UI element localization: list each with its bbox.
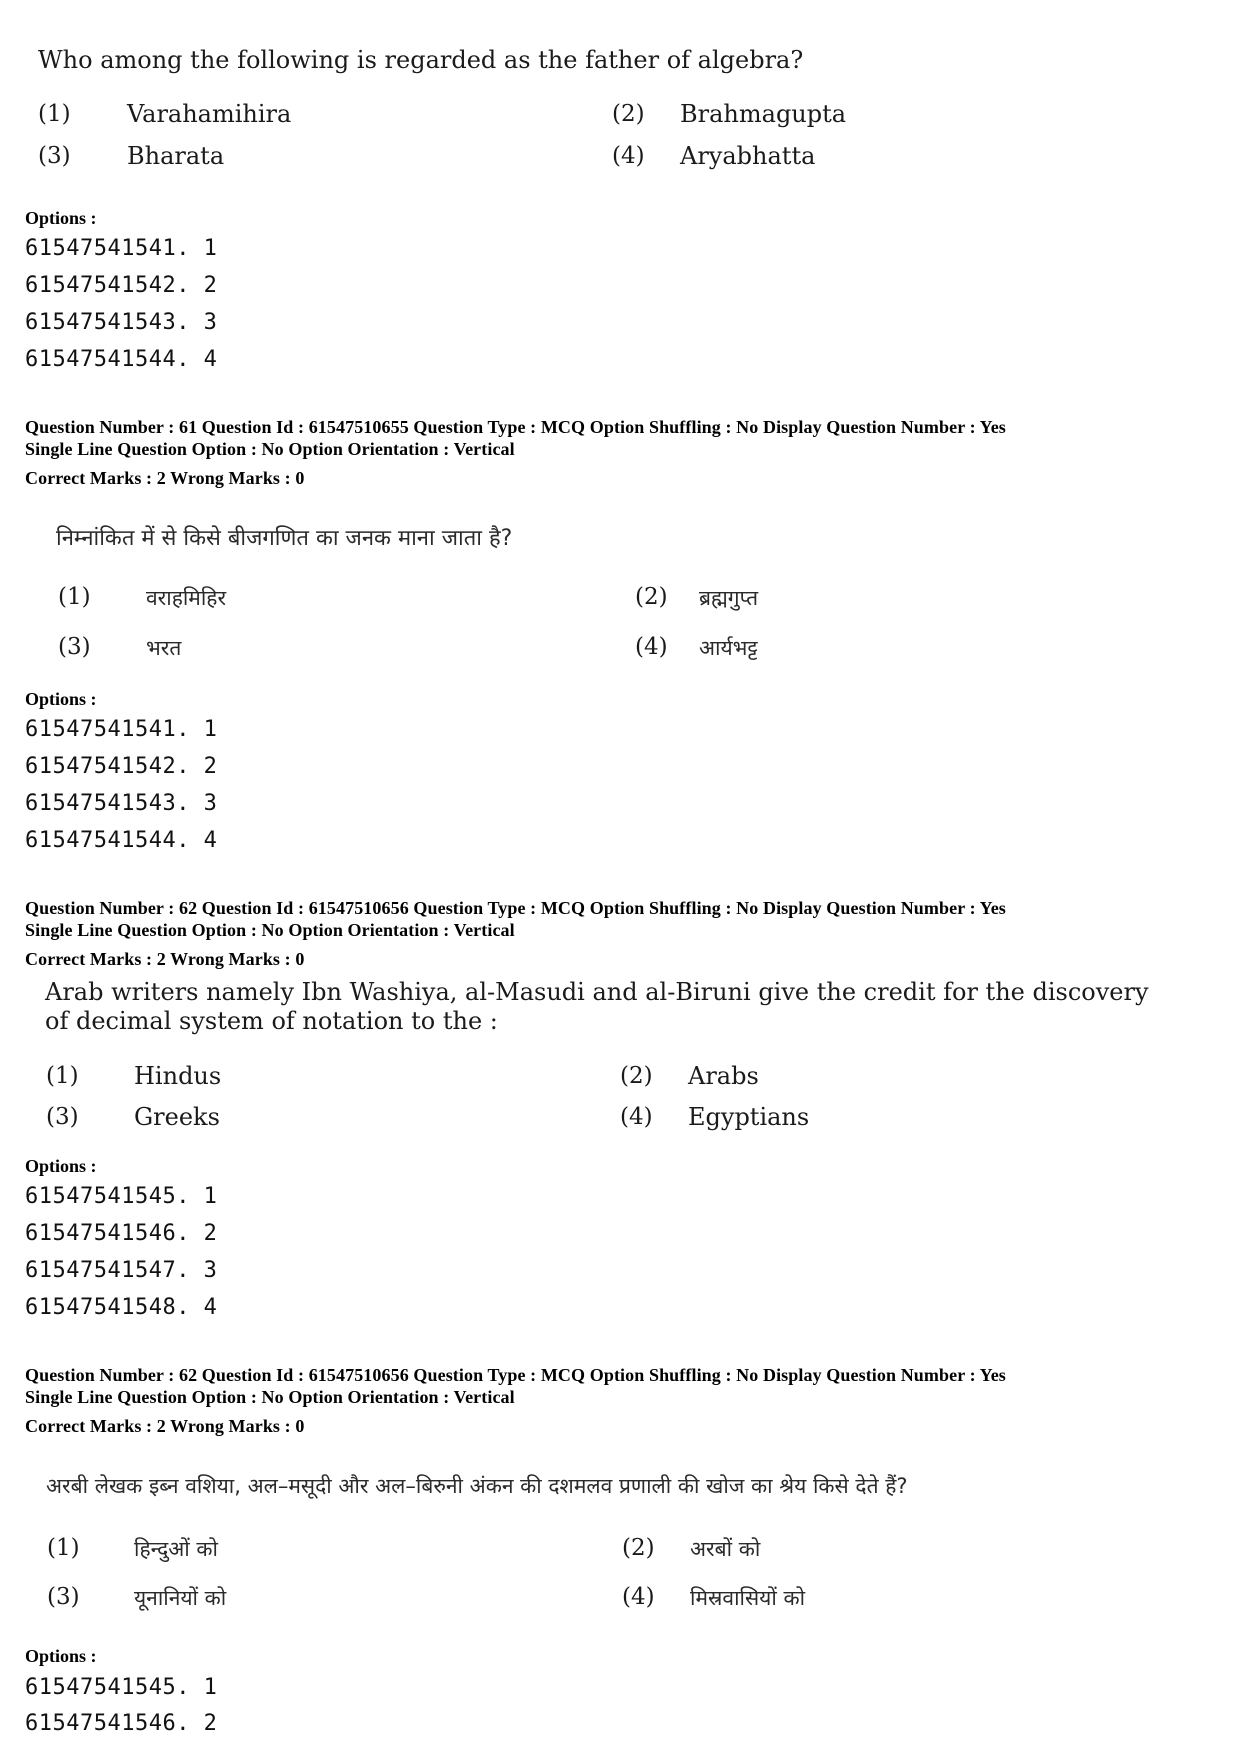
choice-number: (1) [38,101,71,127]
choice-text: आर्यभट्ट [699,636,758,660]
marks-line: Correct Marks : 2 Wrong Marks : 0 [25,1416,305,1436]
option-id: 61547541544. 4 [25,347,218,372]
question-meta-line2: Single Line Question Option : No Option … [25,1387,515,1407]
choice-text: मिस्रवासियों को [690,1586,806,1610]
question-text-line2: of decimal system of notation to the : [45,1007,498,1035]
option-id: 61547541541. 1 [25,717,218,742]
choice-text: ब्रह्मगुप्त [699,586,759,610]
options-label: Options : [25,1156,97,1176]
option-id: 61547541546. 2 [25,1221,218,1246]
option-id: 61547541547. 3 [25,1258,218,1283]
choice-number: (4) [612,143,645,169]
choice-number: (3) [38,143,71,169]
option-id: 61547541543. 3 [25,791,218,816]
choice-number: (3) [47,1584,80,1610]
question-meta-line2: Single Line Question Option : No Option … [25,439,515,459]
choice-number: (2) [622,1535,655,1561]
choice-text: Varahamihira [127,100,292,128]
question-text: Who among the following is regarded as t… [38,46,804,74]
options-label: Options : [25,1646,97,1666]
question-meta-line1: Question Number : 62 Question Id : 61547… [25,898,1006,918]
option-id: 61547541542. 2 [25,754,218,779]
choice-number: (4) [635,634,668,660]
marks-line: Correct Marks : 2 Wrong Marks : 0 [25,468,305,488]
choice-number: (2) [620,1063,653,1089]
choice-text: Aryabhatta [680,142,816,170]
option-id: 61547541543. 3 [25,310,218,335]
choice-number: (2) [635,584,668,610]
option-id: 61547541546. 2 [25,1711,218,1736]
choice-text: अरबों को [690,1537,761,1561]
marks-line: Correct Marks : 2 Wrong Marks : 0 [25,949,305,969]
choice-text: Brahmagupta [680,100,847,128]
option-id: 61547541545. 1 [25,1675,218,1700]
choice-number: (2) [612,101,645,127]
choice-number: (4) [620,1104,653,1130]
question-text: अरबी लेखक इब्न वशिया, अल–मसूदी और अल–बिर… [46,1474,908,1498]
choice-text: भरत [146,636,182,660]
choice-text: Egyptians [688,1103,810,1131]
choice-text: वराहमिहिर [146,586,227,610]
choice-text: यूनानियों को [134,1586,227,1610]
option-id: 61547541548. 4 [25,1295,218,1320]
choice-number: (3) [58,634,91,660]
question-meta-line1: Question Number : 61 Question Id : 61547… [25,417,1006,437]
choice-number: (3) [46,1104,79,1130]
option-id: 61547541541. 1 [25,236,218,261]
option-id: 61547541544. 4 [25,828,218,853]
choice-number: (1) [46,1063,79,1089]
question-text-line1: Arab writers namely Ibn Washiya, al-Masu… [45,978,1149,1006]
options-label: Options : [25,689,97,709]
option-id: 61547541545. 1 [25,1184,218,1209]
choice-number: (1) [58,584,91,610]
choice-text: हिन्दुओं को [134,1537,218,1561]
question-meta-line1: Question Number : 62 Question Id : 61547… [25,1365,1006,1385]
options-label: Options : [25,208,97,228]
choice-text: Greeks [134,1103,220,1131]
choice-number: (4) [622,1584,655,1610]
choice-text: Hindus [134,1062,222,1090]
question-meta-line2: Single Line Question Option : No Option … [25,920,515,940]
choice-text: Arabs [688,1062,759,1090]
option-id: 61547541542. 2 [25,273,218,298]
choice-number: (1) [47,1535,80,1561]
question-text: निम्नांकित में से किसे बीजगणित का जनक मा… [56,526,513,551]
choice-text: Bharata [127,142,225,170]
